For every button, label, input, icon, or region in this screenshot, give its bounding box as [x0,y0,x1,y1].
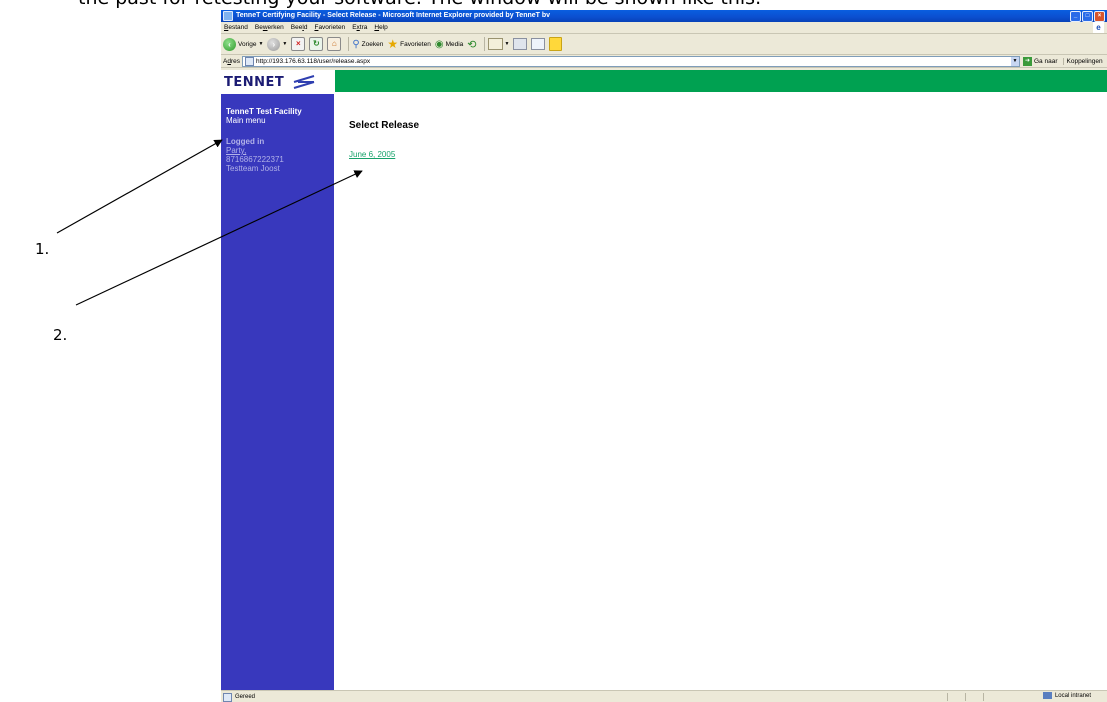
minimize-button[interactable]: _ [1070,11,1081,22]
mail-dropdown-icon[interactable]: ▼ [505,41,510,47]
history-icon: ⟲ [467,38,477,51]
menu-favorieten[interactable]: Favorieten [314,24,345,31]
address-input[interactable]: http://193.176.63.118/user/release.aspx … [242,55,1020,67]
window-title: TenneT Certifying Facility - Select Rele… [236,12,551,19]
page-icon [245,56,254,66]
mail-icon [487,38,503,50]
menu-bewerken[interactable]: Bewerken [255,24,284,31]
window-controls: _ □ × [1070,11,1105,22]
go-label: Ga naar [1034,57,1058,65]
menu-beeld-pre: Bee [290,24,303,31]
menu-bewerken-label: erken [267,24,284,31]
toolbar-separator [348,37,350,51]
menu-bar: Bestand Bewerken Beeld Favorieten Extra … [221,22,1107,34]
stop-button[interactable]: × [291,37,306,51]
status-bar: Gereed Local intranet [221,690,1107,702]
refresh-button[interactable]: ↻ [309,37,324,51]
document-caption: the past for retesting your software. Th… [78,0,761,9]
logo-area: TENNET [221,70,334,95]
menu-bestand-label: estand [228,24,248,31]
favorites-star-icon: ★ [387,37,399,51]
history-button[interactable]: ⟲ [467,38,476,51]
notes-button[interactable] [549,37,563,51]
favorites-label: Favorieten [400,40,431,48]
main-panel: Select Release June 6, 2005 [349,120,419,159]
address-dropdown-icon[interactable]: ▼ [1011,56,1019,66]
mail-button[interactable]: ▼ [487,38,510,50]
menu-bewerken-pre: Be [254,24,263,31]
team-name: Testteam Joost [226,164,280,173]
step-number-2: 2. [53,326,68,344]
address-label: Adres [223,58,240,65]
intranet-zone-icon [1042,692,1052,699]
notes-icon [549,37,563,51]
status-page-icon [223,692,232,702]
status-divider [983,693,984,701]
toolbar-separator [483,37,485,51]
menu-favorieten-label: avorieten [318,24,346,31]
print-icon [513,38,528,50]
status-text: Gereed [235,694,256,700]
forward-dropdown-icon[interactable]: ▼ [282,41,287,47]
menu-extra[interactable]: Extra [352,24,367,31]
logged-in-label: Logged in [226,137,265,146]
media-button[interactable]: ◉ Media [435,39,463,50]
standard-toolbar: ‹ Vorige ▼ › ▼ × ↻ ⌂ ⚲ Zoeken ★ Favoriet… [221,34,1107,55]
security-zone: Local intranet [1042,692,1091,699]
media-icon: ◉ [434,38,444,50]
party-link[interactable]: Party, [226,146,334,155]
address-label-rest: res [230,57,240,65]
edit-button[interactable] [531,38,546,50]
menu-extra-label: tra [359,24,368,31]
maximize-button[interactable]: □ [1082,11,1093,22]
step-number-1: 1. [35,240,50,258]
page-title: Select Release [349,120,420,131]
menu-help-label: elp [379,24,388,31]
party-code: 8716867222371 [226,155,284,164]
sidebar-title: TenneT Test Facility [226,107,302,116]
stop-icon: × [291,37,306,51]
status-divider [947,693,948,701]
windows-logo-icon: e [1093,22,1104,33]
favorites-button[interactable]: ★ Favorieten [387,37,430,51]
refresh-icon: ↻ [309,37,324,51]
forward-arrow-icon: › [267,37,281,51]
sidebar: TenneT Test Facility Main menu Logged in… [221,95,334,690]
back-dropdown-icon[interactable]: ▼ [258,41,263,47]
back-button[interactable]: ‹ Vorige ▼ [223,37,263,51]
go-button[interactable]: ➜ Ga naar [1023,56,1058,66]
tennet-logo: TENNET [224,74,285,90]
go-arrow-icon: ➜ [1023,56,1032,66]
home-icon: ⌂ [327,37,342,51]
zone-label: Local intranet [1054,692,1091,699]
main-menu-link[interactable]: Main menu [226,116,334,125]
menu-help[interactable]: Help [374,24,387,31]
search-button[interactable]: ⚲ Zoeken [352,39,383,50]
address-bar: Adres http://193.176.63.118/user/release… [221,55,1107,68]
forward-button[interactable]: › ▼ [267,37,287,51]
links-button[interactable]: Koppelingen [1062,57,1103,65]
tennet-logo-mark-icon [293,75,315,89]
back-label: Vorige [238,40,257,48]
ie-page-icon [223,11,233,21]
media-label: Media [445,40,464,48]
home-button[interactable]: ⌂ [327,37,342,51]
header-green-bar [335,70,1107,92]
search-icon: ⚲ [352,38,360,50]
menu-bestand[interactable]: Bestand [224,24,248,31]
address-url[interactable]: http://193.176.63.118/user/release.aspx [256,58,370,65]
title-bar: TenneT Certifying Facility - Select Rele… [221,10,1107,22]
browser-window: TenneT Certifying Facility - Select Rele… [221,10,1107,702]
close-button[interactable]: × [1094,11,1105,22]
menu-beeld-label: d [303,24,308,31]
search-label: Zoeken [361,40,384,48]
print-button[interactable] [513,38,528,50]
release-link[interactable]: June 6, 2005 [349,150,419,159]
page-content: TENNET TenneT Test Facility Main menu Lo… [221,70,1107,690]
menu-beeld[interactable]: Beeld [291,24,308,31]
arrow-1 [56,139,223,234]
status-divider [965,693,966,701]
back-arrow-icon: ‹ [223,37,236,51]
edit-page-icon [531,38,546,50]
